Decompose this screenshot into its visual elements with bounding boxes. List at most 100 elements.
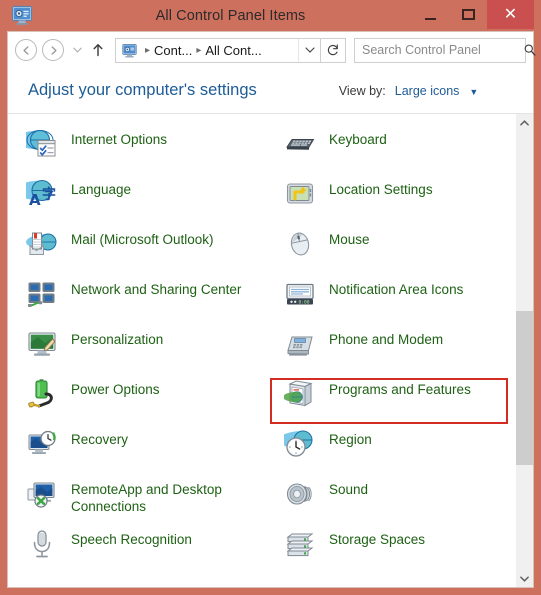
control-panel-item-internet-options[interactable]: Internet Options <box>8 126 266 176</box>
forward-button[interactable] <box>42 39 64 61</box>
phone-and-modem-icon <box>284 328 316 360</box>
vertical-scrollbar[interactable] <box>516 114 533 587</box>
item-label: Power Options <box>71 382 160 397</box>
internet-options-icon <box>15 128 58 160</box>
svg-text:字: 字 <box>42 186 56 203</box>
search-box[interactable] <box>354 37 536 63</box>
item-label: Mail (Microsoft Outlook) <box>71 232 214 247</box>
control-panel-item-network-and-sharing-center[interactable]: Network and Sharing Center <box>8 276 266 326</box>
search-icon[interactable] <box>523 43 537 57</box>
region-icon <box>279 428 316 460</box>
control-panel-item-programs-and-features[interactable]: Programs and Features <box>266 376 516 426</box>
control-panel-item-speech-recognition[interactable]: Speech Recognition <box>8 526 266 576</box>
title-bar[interactable]: All Control Panel Items ✕ <box>7 0 534 31</box>
item-label: Language <box>71 182 132 197</box>
view-by-value[interactable]: Large icons <box>395 84 460 98</box>
control-panel-item-notification-area-icons[interactable]: 0:00 Notification Area Icons <box>266 276 516 326</box>
svg-text:A: A <box>29 191 41 209</box>
item-label: Internet Options <box>71 132 168 147</box>
chevron-down-icon[interactable]: ▼ <box>469 87 478 97</box>
content-area: Internet Options Keyboard A 字 Language L… <box>8 114 533 587</box>
address-dropdown-button[interactable] <box>298 38 320 62</box>
control-panel-item-keyboard[interactable]: Keyboard <box>266 126 516 176</box>
sound-icon <box>284 478 316 510</box>
caption-buttons: ✕ <box>411 0 534 31</box>
power-options-icon <box>26 378 58 410</box>
breadcrumb-separator: ▸ <box>196 44 202 56</box>
control-panel-item-remoteapp-and-desktop-connections[interactable]: RemoteApp and Desktop Connections <box>8 476 266 526</box>
scrollbar-thumb[interactable] <box>516 310 533 465</box>
scroll-up-button[interactable] <box>516 114 533 131</box>
control-panel-item-phone-and-modem[interactable]: Phone and Modem <box>266 326 516 376</box>
control-panel-item-mouse[interactable]: Mouse <box>266 226 516 276</box>
control-panel-item-mail[interactable]: Mail (Microsoft Outlook) <box>8 226 266 276</box>
item-label: Recovery <box>71 432 129 447</box>
back-arrow-icon <box>22 45 28 55</box>
minimize-button[interactable] <box>411 0 449 29</box>
item-label: Region <box>329 432 372 447</box>
maximize-button[interactable] <box>449 0 487 29</box>
client-area: ▸ Cont... ▸ All Cont... Search Control P… <box>7 31 536 588</box>
control-panel-item-recovery[interactable]: Recovery <box>8 426 266 476</box>
remoteapp-desktop-connections-icon <box>26 478 58 510</box>
chevron-up-icon <box>520 119 529 126</box>
language-icon: A 字 <box>15 178 58 210</box>
control-panel-item-sound[interactable]: Sound <box>266 476 516 526</box>
view-by-control[interactable]: View by: Large icons ▼ <box>339 84 479 98</box>
control-panel-icon <box>10 3 34 27</box>
back-button[interactable] <box>15 39 37 61</box>
item-label: Sound <box>329 482 369 497</box>
search-input[interactable] <box>355 43 523 57</box>
view-by-label: View by: <box>338 83 386 98</box>
chevron-down-icon <box>72 47 82 53</box>
control-panel-item-region[interactable]: Region <box>266 426 516 476</box>
address-control-panel-icon <box>121 42 138 59</box>
item-label: Personalization <box>71 332 164 347</box>
network-sharing-center-icon <box>26 278 58 310</box>
address-bar[interactable]: ▸ Cont... ▸ All Cont... <box>115 37 321 63</box>
mouse-icon <box>284 228 316 260</box>
up-arrow-icon <box>93 44 103 57</box>
control-panel-item-language[interactable]: A 字 Language <box>8 176 266 226</box>
control-panel-window: All Control Panel Items ✕ ▸ Cont... ▸ Al… <box>0 0 541 595</box>
up-level-button[interactable] <box>87 39 109 61</box>
control-panel-items-grid: Internet Options Keyboard A 字 Language L… <box>8 114 516 587</box>
minimize-icon <box>424 17 436 20</box>
breadcrumb-all-control-panel-items[interactable]: All Cont... <box>205 43 261 58</box>
maximize-icon <box>461 9 475 20</box>
item-label: Location Settings <box>329 182 433 197</box>
location-settings-icon <box>284 178 316 210</box>
control-panel-item-location-settings[interactable]: Location Settings <box>266 176 516 226</box>
personalization-icon <box>26 328 58 360</box>
page-header: Adjust your computer's settings View by:… <box>8 68 533 114</box>
scroll-down-button[interactable] <box>516 570 533 587</box>
mail-icon <box>26 228 58 260</box>
storage-spaces-icon <box>284 528 316 560</box>
item-label: Network and Sharing Center <box>71 282 242 297</box>
item-label: RemoteApp and Desktop Connections <box>71 482 222 514</box>
item-label: Phone and Modem <box>329 332 444 347</box>
recovery-icon <box>26 428 58 460</box>
item-label: Speech Recognition <box>71 532 192 547</box>
recent-pages-button[interactable] <box>69 39 85 61</box>
control-panel-item-storage-spaces[interactable]: Storage Spaces <box>266 526 516 576</box>
close-button[interactable]: ✕ <box>487 0 534 29</box>
chevron-down-icon <box>304 47 315 53</box>
programs-and-features-icon <box>283 378 316 410</box>
breadcrumb-control-panel[interactable]: Cont... <box>154 43 192 58</box>
keyboard-icon <box>284 128 316 160</box>
refresh-button[interactable] <box>321 37 346 63</box>
item-label: Programs and Features <box>329 382 471 397</box>
forward-arrow-icon <box>51 45 57 55</box>
item-label: Storage Spaces <box>329 532 426 547</box>
item-label: Mouse <box>329 232 370 247</box>
scrollbar-track[interactable] <box>516 131 533 570</box>
item-label: Notification Area Icons <box>329 282 464 297</box>
control-panel-item-power-options[interactable]: Power Options <box>8 376 266 426</box>
item-label: Keyboard <box>329 132 387 147</box>
control-panel-item-personalization[interactable]: Personalization <box>8 326 266 376</box>
speech-recognition-icon <box>26 528 58 560</box>
close-icon: ✕ <box>503 5 518 23</box>
breadcrumb-separator: ▸ <box>145 44 151 56</box>
svg-text:0:00: 0:00 <box>299 300 310 306</box>
